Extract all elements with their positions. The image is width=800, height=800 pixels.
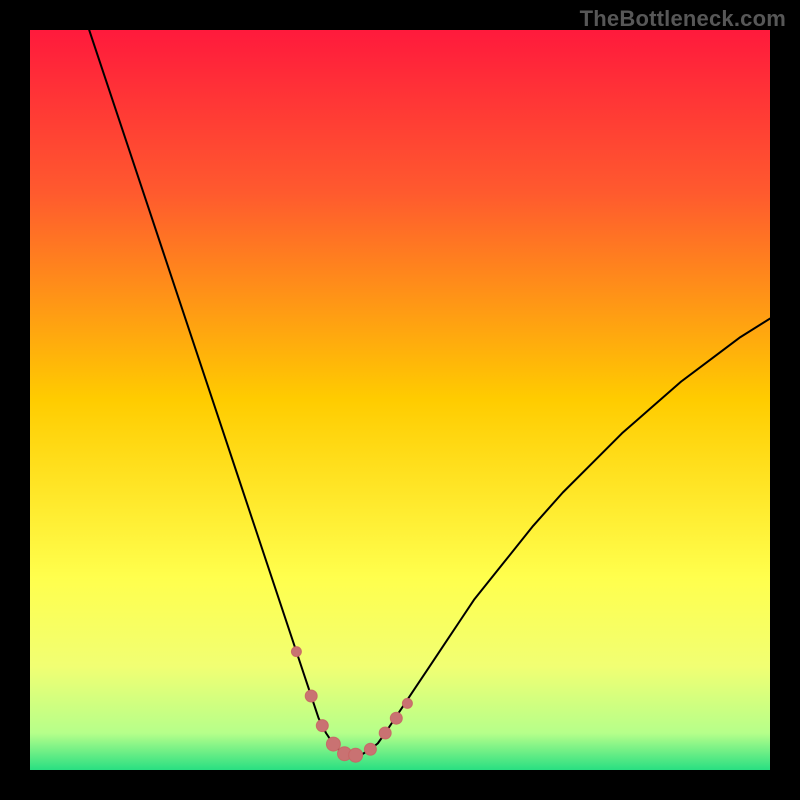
data-marker	[349, 748, 363, 762]
data-marker	[291, 647, 301, 657]
data-marker	[326, 737, 340, 751]
data-marker	[305, 690, 317, 702]
watermark-text: TheBottleneck.com	[580, 6, 786, 32]
chart-frame: TheBottleneck.com	[0, 0, 800, 800]
data-marker	[402, 698, 412, 708]
data-marker	[364, 743, 376, 755]
data-marker	[316, 720, 328, 732]
data-marker	[390, 712, 402, 724]
plot-area	[30, 30, 770, 770]
chart-svg	[30, 30, 770, 770]
data-marker	[379, 727, 391, 739]
